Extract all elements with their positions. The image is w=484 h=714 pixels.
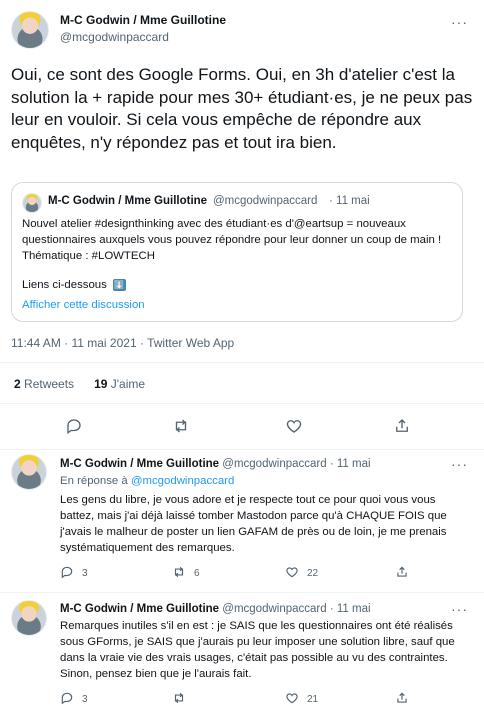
quoted-tweet[interactable]: M-C Godwin / Mme Guillotine @mcgodwinpac… bbox=[11, 182, 463, 322]
likes-label: J'aime bbox=[110, 377, 146, 391]
likes-stat[interactable]: 19 J'aime bbox=[94, 377, 145, 391]
reply-author-name[interactable]: M-C Godwin / Mme Guillotine bbox=[60, 603, 219, 615]
author-name[interactable]: M-C Godwin / Mme Guillotine bbox=[60, 13, 226, 27]
more-icon[interactable]: ··· bbox=[451, 14, 468, 30]
reply-action-bar: 3 21 bbox=[60, 691, 465, 707]
reply-to-line: En réponse à @mcgodwinpaccard bbox=[60, 475, 234, 487]
reply-author-handle[interactable]: @mcgodwinpaccard bbox=[222, 458, 326, 470]
like-count: 21 bbox=[307, 694, 319, 705]
share-icon[interactable] bbox=[393, 417, 411, 440]
reply-header: M-C Godwin / Mme Guillotine @mcgodwinpac… bbox=[60, 458, 371, 470]
reply-action-bar: 3 6 22 bbox=[60, 565, 465, 581]
reply-author-handle[interactable]: @mcgodwinpaccard bbox=[222, 603, 326, 615]
reply-count-action[interactable]: 3 bbox=[60, 565, 88, 582]
like-count-action[interactable]: 21 bbox=[285, 691, 318, 708]
like-count: 22 bbox=[307, 568, 319, 579]
reply-to-prefix: En réponse à bbox=[60, 475, 128, 487]
retweet-count: 6 bbox=[194, 568, 200, 579]
reply-author-avatar[interactable] bbox=[11, 600, 47, 636]
tweet-stats: 2 Retweets 19 J'aime bbox=[14, 377, 145, 391]
like-count-action[interactable]: 22 bbox=[285, 565, 318, 582]
reply-header: M-C Godwin / Mme Guillotine @mcgodwinpac… bbox=[60, 603, 371, 615]
reply-text: Les gens du libre, je vous adore et je r… bbox=[60, 494, 447, 554]
main-action-bar bbox=[0, 414, 484, 440]
likes-count: 19 bbox=[94, 377, 108, 391]
reply-icon bbox=[60, 691, 74, 708]
reply-date[interactable]: · 11 mai bbox=[330, 603, 371, 615]
divider bbox=[0, 592, 484, 593]
reply-author-name[interactable]: M-C Godwin / Mme Guillotine bbox=[60, 458, 219, 470]
retweets-stat[interactable]: 2 Retweets bbox=[14, 377, 74, 391]
retweet-icon bbox=[172, 691, 186, 708]
show-thread-link[interactable]: Afficher cette discussion bbox=[22, 297, 145, 313]
down-arrow-emoji-icon: ⬇️ bbox=[113, 279, 127, 291]
retweet-count-action[interactable] bbox=[172, 691, 194, 708]
reply-text: Remarques inutiles s'il en est : je SAIS… bbox=[60, 620, 455, 680]
quoted-text: Nouvel atelier #designthinking avec des … bbox=[22, 218, 442, 262]
more-icon[interactable]: ··· bbox=[451, 456, 468, 472]
divider bbox=[0, 403, 484, 404]
like-icon bbox=[285, 691, 299, 708]
reply-count: 3 bbox=[82, 568, 88, 579]
share-icon[interactable] bbox=[395, 565, 409, 579]
divider bbox=[0, 362, 484, 363]
author-avatar[interactable] bbox=[11, 11, 49, 49]
quoted-links-line: Liens ci-dessous ⬇️ bbox=[22, 277, 127, 293]
share-icon[interactable] bbox=[395, 691, 409, 705]
retweets-label: Retweets bbox=[24, 377, 75, 391]
retweet-icon[interactable] bbox=[172, 417, 190, 440]
reply-count-action[interactable]: 3 bbox=[60, 691, 88, 708]
quoted-links-label: Liens ci-dessous bbox=[22, 279, 107, 291]
more-icon[interactable]: ··· bbox=[451, 601, 468, 617]
tweet-meta[interactable]: 11:44 AM · 11 mai 2021 · Twitter Web App bbox=[11, 336, 234, 350]
reply-author-avatar[interactable] bbox=[11, 454, 47, 490]
reply-date[interactable]: · 11 mai bbox=[330, 458, 371, 470]
like-icon bbox=[285, 565, 299, 582]
reply-icon bbox=[60, 565, 74, 582]
quoted-author-handle: @mcgodwinpaccard bbox=[213, 195, 318, 207]
reply-count: 3 bbox=[82, 694, 88, 705]
quoted-author-avatar bbox=[22, 193, 42, 213]
quoted-author-name: M-C Godwin / Mme Guillotine bbox=[48, 195, 208, 207]
retweet-icon bbox=[172, 565, 186, 582]
reply-to-handle[interactable]: @mcgodwinpaccard bbox=[131, 475, 234, 487]
author-handle[interactable]: @mcgodwinpaccard bbox=[60, 30, 169, 44]
like-icon[interactable] bbox=[285, 417, 303, 440]
tweet-text: Oui, ce sont des Google Forms. Oui, en 3… bbox=[11, 65, 473, 152]
reply-icon[interactable] bbox=[65, 417, 83, 440]
retweets-count: 2 bbox=[14, 377, 21, 391]
divider bbox=[0, 449, 484, 450]
retweet-count-action[interactable]: 6 bbox=[172, 565, 200, 582]
quoted-date: · 11 mai bbox=[329, 195, 370, 207]
tweet-thread: M-C Godwin / Mme Guillotine @mcgodwinpac… bbox=[0, 0, 484, 714]
